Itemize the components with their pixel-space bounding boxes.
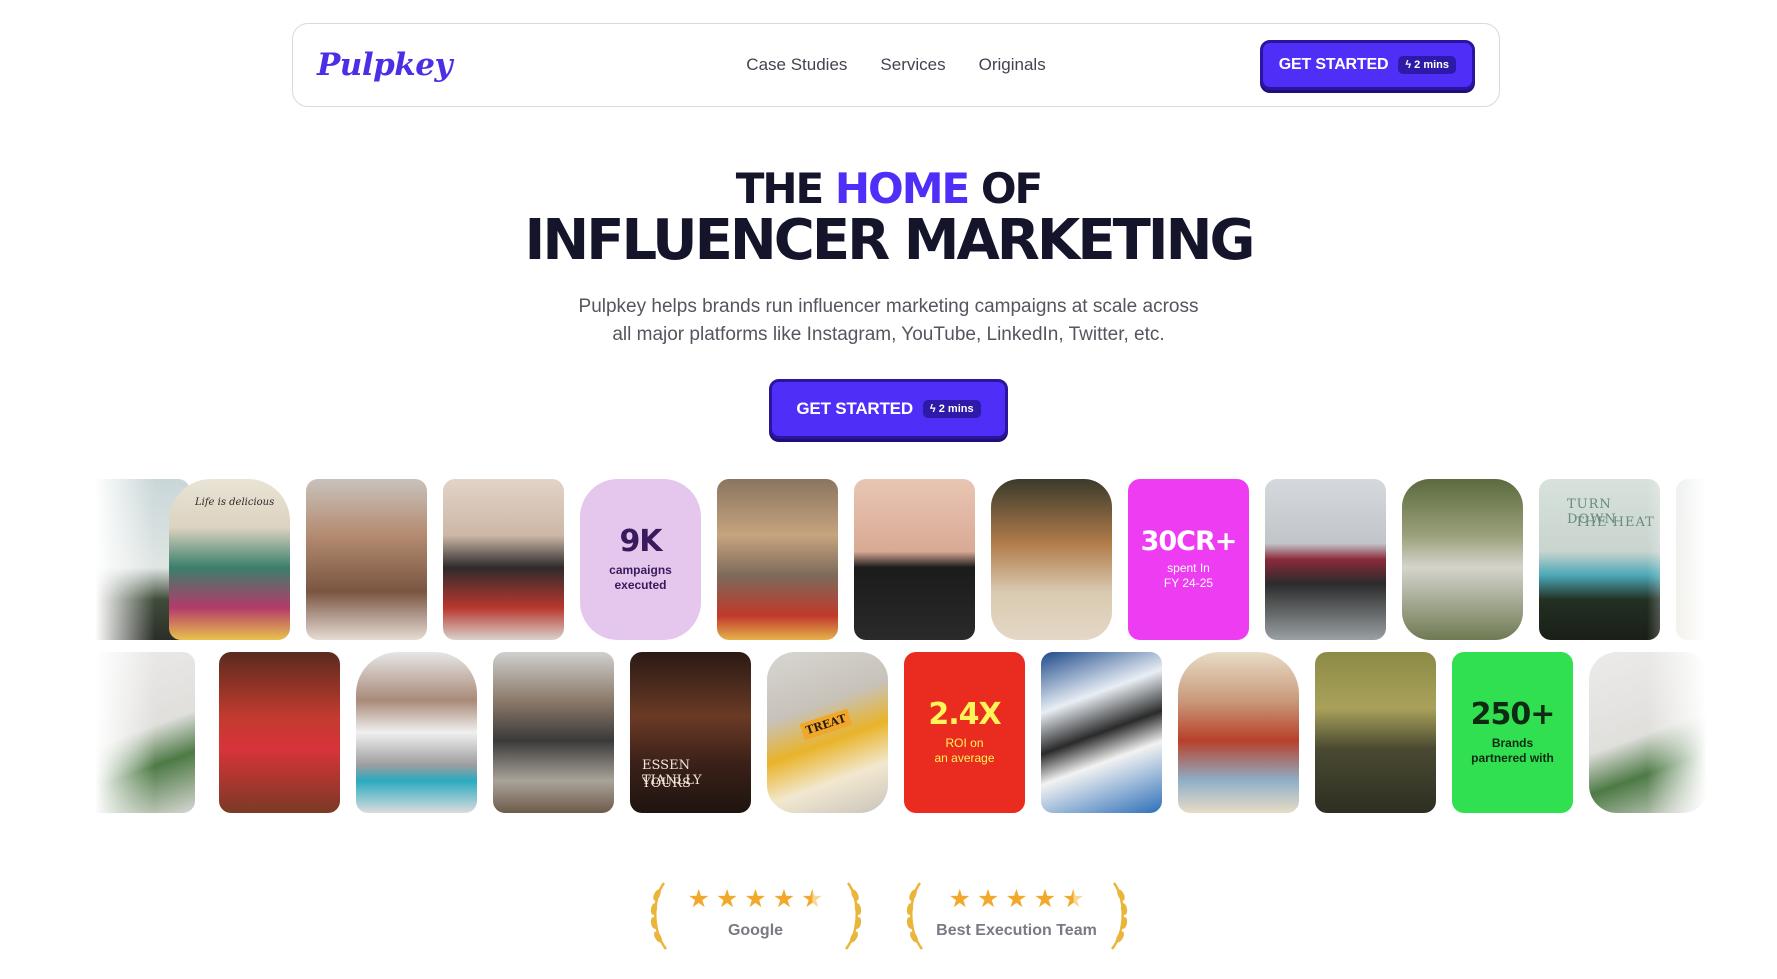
rating-label: Best Execution Team xyxy=(936,922,1097,939)
desk-plant-tile xyxy=(1589,652,1707,813)
laurel-right-icon xyxy=(1110,882,1127,950)
christmas-gifts-tile xyxy=(219,652,340,813)
influencer-gallery-row-2: ESSEN TIANLLY YOURS TREAT 2.4X ROI on an… xyxy=(95,652,1707,814)
rating-label: Google xyxy=(727,922,784,939)
time-badge-text: 2 mins xyxy=(938,402,974,415)
get-started-label: GET STARTED xyxy=(1278,56,1389,73)
stat-campaigns-caption: campaigns executed xyxy=(609,563,672,593)
stat-spent-value: 30CR+ xyxy=(1140,525,1238,557)
heading-of: OF xyxy=(980,164,1043,213)
woman-portrait-tile xyxy=(306,479,427,640)
hero-section: THE HOME OF INFLUENCER MARKETING Pulpkey… xyxy=(0,168,1777,439)
stat-brands-tile: 250+ Brands partnered with xyxy=(1452,652,1573,813)
man-shaving-tile xyxy=(356,652,477,813)
friends-photo-tile: Life is delicious xyxy=(169,479,290,640)
hero-heading: THE HOME OF INFLUENCER MARKETING xyxy=(0,168,1777,271)
essentially-yours-tile: ESSEN TIANLLY YOURS xyxy=(630,652,751,813)
half-star-icon: ★ xyxy=(1062,885,1085,913)
woman-choker-tile xyxy=(854,479,975,640)
tile-caption: Life is delicious xyxy=(195,497,275,508)
laurel-left-icon xyxy=(906,882,923,950)
time-badge: ϟ 2 mins xyxy=(922,399,981,418)
woman-flowers-tile xyxy=(1265,479,1386,640)
stat-roi-caption-line2: an average xyxy=(934,750,995,765)
star-icon: ★ xyxy=(715,885,739,913)
rating-google: ★ ★ ★ ★ ★ Google xyxy=(648,882,864,955)
stat-spent-caption-line1: spent In xyxy=(1167,561,1210,576)
star-rating: ★ ★ ★ ★ ★ xyxy=(948,887,1084,912)
hero-subtitle-line1: Pulpkey helps brands run influencer mark… xyxy=(578,295,1199,317)
stat-roi-tile: 2.4X ROI on an average xyxy=(904,652,1025,813)
stat-campaigns-caption-line2: executed xyxy=(614,577,667,592)
stat-roi-value: 2.4X xyxy=(928,697,1001,733)
edge-photo-tile xyxy=(1676,479,1707,640)
star-icon: ★ xyxy=(772,885,796,913)
stat-campaigns-tile: 9K campaigns executed xyxy=(580,479,701,640)
logo[interactable]: Pulpkey xyxy=(317,47,453,83)
laurel-left-icon xyxy=(650,882,667,950)
stat-spent-tile: 30CR+ spent In FY 24-25 xyxy=(1128,479,1249,640)
woman-eating-pizza-tile xyxy=(1178,652,1299,813)
ratings-row: ★ ★ ★ ★ ★ Google ★ ★ ★ ★ ★ Best Executio… xyxy=(0,882,1777,955)
heading-home: HOME xyxy=(834,164,970,213)
friends-dining-tile xyxy=(493,652,614,813)
nav-link-originals[interactable]: Originals xyxy=(979,55,1046,75)
stat-roi-caption-line1: ROI on xyxy=(945,735,984,750)
lightning-icon: ϟ xyxy=(1405,59,1412,71)
star-icon: ★ xyxy=(744,885,767,913)
rating-best-execution: ★ ★ ★ ★ ★ Best Execution Team xyxy=(904,882,1130,955)
heading-the: THE xyxy=(735,164,824,213)
tile-caption: THE HEAT xyxy=(1575,515,1655,530)
phone-hands-tile xyxy=(1402,479,1523,640)
get-started-hero-button[interactable]: GET STARTED ϟ 2 mins xyxy=(769,378,1008,439)
get-started-nav-button[interactable]: GET STARTED ϟ 2 mins xyxy=(1259,40,1475,90)
stat-campaigns-caption-line1: campaigns xyxy=(609,562,672,577)
man-outdoors-tile xyxy=(1315,652,1436,813)
time-badge-text: 2 mins xyxy=(1414,59,1449,71)
half-star-icon: ★ xyxy=(801,885,824,913)
stat-brands-caption: Brands partnered with xyxy=(1471,736,1554,766)
star-rating: ★ ★ ★ ★ ★ xyxy=(687,887,823,912)
top-navbar: Pulpkey Case Studies Services Originals … xyxy=(292,23,1500,107)
couple-photo-tile xyxy=(443,479,564,640)
lightning-icon: ϟ xyxy=(929,402,936,415)
time-badge: ϟ 2 mins xyxy=(1398,56,1456,74)
stat-spent-caption-line2: FY 24-25 xyxy=(1163,576,1214,591)
desk-plant-tile xyxy=(95,652,195,813)
star-icon: ★ xyxy=(976,885,1000,913)
star-icon: ★ xyxy=(687,885,710,913)
flatlay-breakfast-tile: TREAT xyxy=(767,652,888,813)
star-icon: ★ xyxy=(1005,885,1028,913)
woman-eating-tile xyxy=(991,479,1112,640)
get-started-label: GET STARTED xyxy=(796,398,913,418)
turn-down-heat-tile: TURN DOWN THE HEAT xyxy=(1539,479,1660,640)
influencer-gallery-row-1: Life is delicious 9K campaigns executed … xyxy=(95,479,1707,641)
stat-brands-caption-line1: Brands xyxy=(1491,735,1534,750)
hero-subtitle: Pulpkey helps brands run influencer mark… xyxy=(0,293,1777,349)
nav-links: Case Studies Services Originals xyxy=(746,55,1045,75)
stat-spent-caption: spent In FY 24-25 xyxy=(1164,561,1213,591)
stat-roi-caption: ROI on an average xyxy=(934,736,994,766)
stat-brands-caption-line2: partnered with xyxy=(1471,750,1554,765)
hero-heading-line2: INFLUENCER MARKETING xyxy=(524,208,1256,273)
stat-campaigns-value: 9K xyxy=(619,524,662,560)
star-icon: ★ xyxy=(948,885,971,913)
tile-caption: YOURS xyxy=(642,776,691,791)
star-icon: ★ xyxy=(1033,885,1057,913)
nav-link-case-studies[interactable]: Case Studies xyxy=(746,55,847,75)
hero-heading-line1: THE HOME OF xyxy=(0,168,1777,210)
nav-link-services[interactable]: Services xyxy=(880,55,945,75)
hero-subtitle-line2: all major platforms like Instagram, YouT… xyxy=(612,323,1165,345)
stat-brands-value: 250+ xyxy=(1470,697,1556,733)
laurel-right-icon xyxy=(844,882,861,950)
man-eating-burger-tile xyxy=(717,479,838,640)
tile-caption: TREAT xyxy=(799,708,853,741)
travel-flatlay-tile xyxy=(1041,652,1162,813)
